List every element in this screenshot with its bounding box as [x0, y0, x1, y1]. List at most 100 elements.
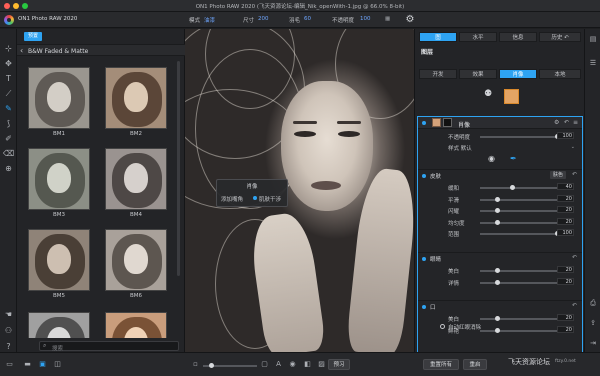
- preview-button[interactable]: 预习: [328, 359, 350, 370]
- person-icon[interactable]: ⚇: [3, 325, 14, 336]
- browser-scrollbar[interactable]: [177, 61, 180, 276]
- tab-develop[interactable]: 开发: [419, 69, 457, 79]
- layer-opacity-value[interactable]: 100: [557, 132, 574, 139]
- single-view-icon[interactable]: ▣: [37, 360, 48, 369]
- preset-item[interactable]: BM6: [101, 229, 171, 299]
- chevron-left-icon[interactable]: ‹: [20, 46, 23, 55]
- gear-icon[interactable]: ⚙: [554, 119, 559, 126]
- slider-value[interactable]: 20: [557, 325, 574, 333]
- text-icon[interactable]: T: [3, 73, 14, 84]
- section-enabled-dot[interactable]: [422, 256, 426, 261]
- fit-icon[interactable]: ▨: [316, 360, 327, 369]
- zoom-icon[interactable]: ⊕: [3, 163, 14, 174]
- slider-value[interactable]: 20: [557, 266, 574, 273]
- feather-value[interactable]: 60: [304, 16, 311, 22]
- popup-option-skin[interactable]: 肌肤干涉: [259, 195, 281, 203]
- slider-knob[interactable]: [495, 268, 500, 273]
- slider-track[interactable]: [480, 219, 558, 225]
- slider-track[interactable]: [480, 231, 560, 236]
- slider-knob[interactable]: [495, 208, 500, 213]
- zoom-in-icon[interactable]: ▢: [259, 360, 270, 369]
- section-enabled-dot[interactable]: [422, 304, 426, 309]
- gear-icon[interactable]: ⚙: [404, 14, 416, 26]
- brush-icon[interactable]: ✒: [510, 154, 517, 163]
- slider-knob[interactable]: [495, 316, 500, 321]
- slider-track[interactable]: [480, 185, 558, 190]
- layer-mask-thumbnail[interactable]: [443, 118, 452, 127]
- tab-effects[interactable]: 效果: [459, 69, 497, 79]
- preset-item[interactable]: BM3: [24, 148, 94, 218]
- slider-value[interactable]: 20: [557, 206, 574, 213]
- reset-icon[interactable]: ↶: [572, 254, 577, 261]
- slider-value[interactable]: 20: [557, 194, 574, 202]
- share-icon[interactable]: ⇪: [588, 319, 598, 327]
- perfect-brush-icon[interactable]: ⟆: [3, 118, 14, 129]
- layer-header[interactable]: 肖像 ⚙ ↶ ≡: [418, 117, 582, 129]
- tab-navigator[interactable]: 图: [419, 32, 457, 42]
- preset-item[interactable]: BM5: [24, 229, 94, 299]
- hand-icon[interactable]: ☚: [3, 309, 14, 320]
- preset-search-input[interactable]: ⌕ 搜索: [39, 341, 179, 352]
- browse-module-icon[interactable]: ▤: [588, 35, 598, 43]
- size-value[interactable]: 200: [258, 16, 269, 22]
- slider-knob[interactable]: [495, 279, 500, 285]
- eraser-icon[interactable]: ⌫: [3, 148, 14, 159]
- auto-redeye-checkbox[interactable]: [440, 324, 445, 329]
- slider-value[interactable]: 100: [557, 229, 574, 236]
- export-icon[interactable]: ⇥: [588, 339, 598, 347]
- preset-item[interactable]: BM4: [101, 148, 171, 218]
- add-face-icon[interactable]: ⚉: [484, 89, 492, 99]
- slider-value[interactable]: 40: [557, 183, 574, 190]
- layer-active-dot[interactable]: [422, 121, 426, 125]
- zoom-out-icon[interactable]: ▫: [190, 360, 201, 369]
- popup-option-add[interactable]: 添加嘴角: [221, 195, 243, 203]
- print-icon[interactable]: ⎙: [588, 299, 598, 308]
- more-icon[interactable]: ≡: [573, 119, 578, 126]
- mouth-section-header[interactable]: 口 ↶: [418, 300, 582, 311]
- slider-track[interactable]: [480, 208, 558, 213]
- tab-info[interactable]: 信息: [499, 32, 537, 42]
- opacity-value[interactable]: 100: [360, 16, 371, 22]
- section-enabled-dot[interactable]: [422, 173, 426, 178]
- skin-tone-button[interactable]: 肤色: [549, 171, 566, 179]
- slider-value[interactable]: 20: [557, 217, 574, 225]
- compare-icon[interactable]: ◧: [302, 360, 313, 369]
- reset-icon[interactable]: ↶: [564, 119, 569, 126]
- slider-value[interactable]: 20: [557, 314, 574, 321]
- edit-module-icon[interactable]: ☰: [588, 59, 598, 67]
- transform-icon[interactable]: ✥: [3, 58, 14, 69]
- slider-value[interactable]: 20: [557, 277, 574, 285]
- image-canvas[interactable]: 肖像 添加嘴角 肌肤干涉: [185, 29, 414, 352]
- slider-knob[interactable]: [495, 196, 500, 202]
- help-icon[interactable]: ?: [3, 341, 14, 352]
- filmstrip-icon[interactable]: ▬: [22, 360, 33, 369]
- presets-tab[interactable]: 预置: [24, 32, 43, 41]
- category-header[interactable]: ‹ B&W Faded & Matte: [17, 44, 185, 56]
- reset-all-button[interactable]: 重置所有: [423, 359, 459, 370]
- preset-item[interactable]: [24, 312, 94, 338]
- adjust-brush-icon[interactable]: ⟋: [3, 88, 14, 99]
- slider-track[interactable]: [480, 268, 558, 273]
- popup-radio[interactable]: [253, 196, 257, 200]
- preset-item[interactable]: BM1: [24, 67, 94, 137]
- tab-levels[interactable]: 水平: [459, 32, 497, 42]
- panel-toggle-icon[interactable]: ▭: [4, 360, 15, 369]
- eye-icon[interactable]: ◉: [488, 154, 495, 163]
- skin-section-header[interactable]: 皮肤 肤色 ↶: [418, 169, 582, 180]
- zoom-slider-knob[interactable]: [209, 363, 214, 368]
- preset-item[interactable]: [101, 312, 171, 338]
- tab-portrait[interactable]: 肖像: [499, 69, 537, 79]
- preset-item[interactable]: BM2: [101, 67, 171, 137]
- style-select[interactable]: 样式 默认: [448, 144, 472, 152]
- slider-track[interactable]: [480, 327, 558, 333]
- slider-knob[interactable]: [510, 185, 515, 190]
- slider-knob[interactable]: [495, 219, 500, 225]
- reset-icon[interactable]: ↶: [572, 302, 577, 309]
- eyes-section-header[interactable]: 眼睛 ↶: [418, 252, 582, 263]
- layer-opacity-slider[interactable]: [480, 134, 560, 139]
- slider-track[interactable]: [480, 279, 558, 285]
- mode-select[interactable]: 油漆: [204, 16, 215, 24]
- tab-local[interactable]: 本地: [539, 69, 581, 79]
- mask-view-icon[interactable]: ◉: [287, 360, 298, 369]
- tablet-icon[interactable]: ▦: [385, 16, 390, 22]
